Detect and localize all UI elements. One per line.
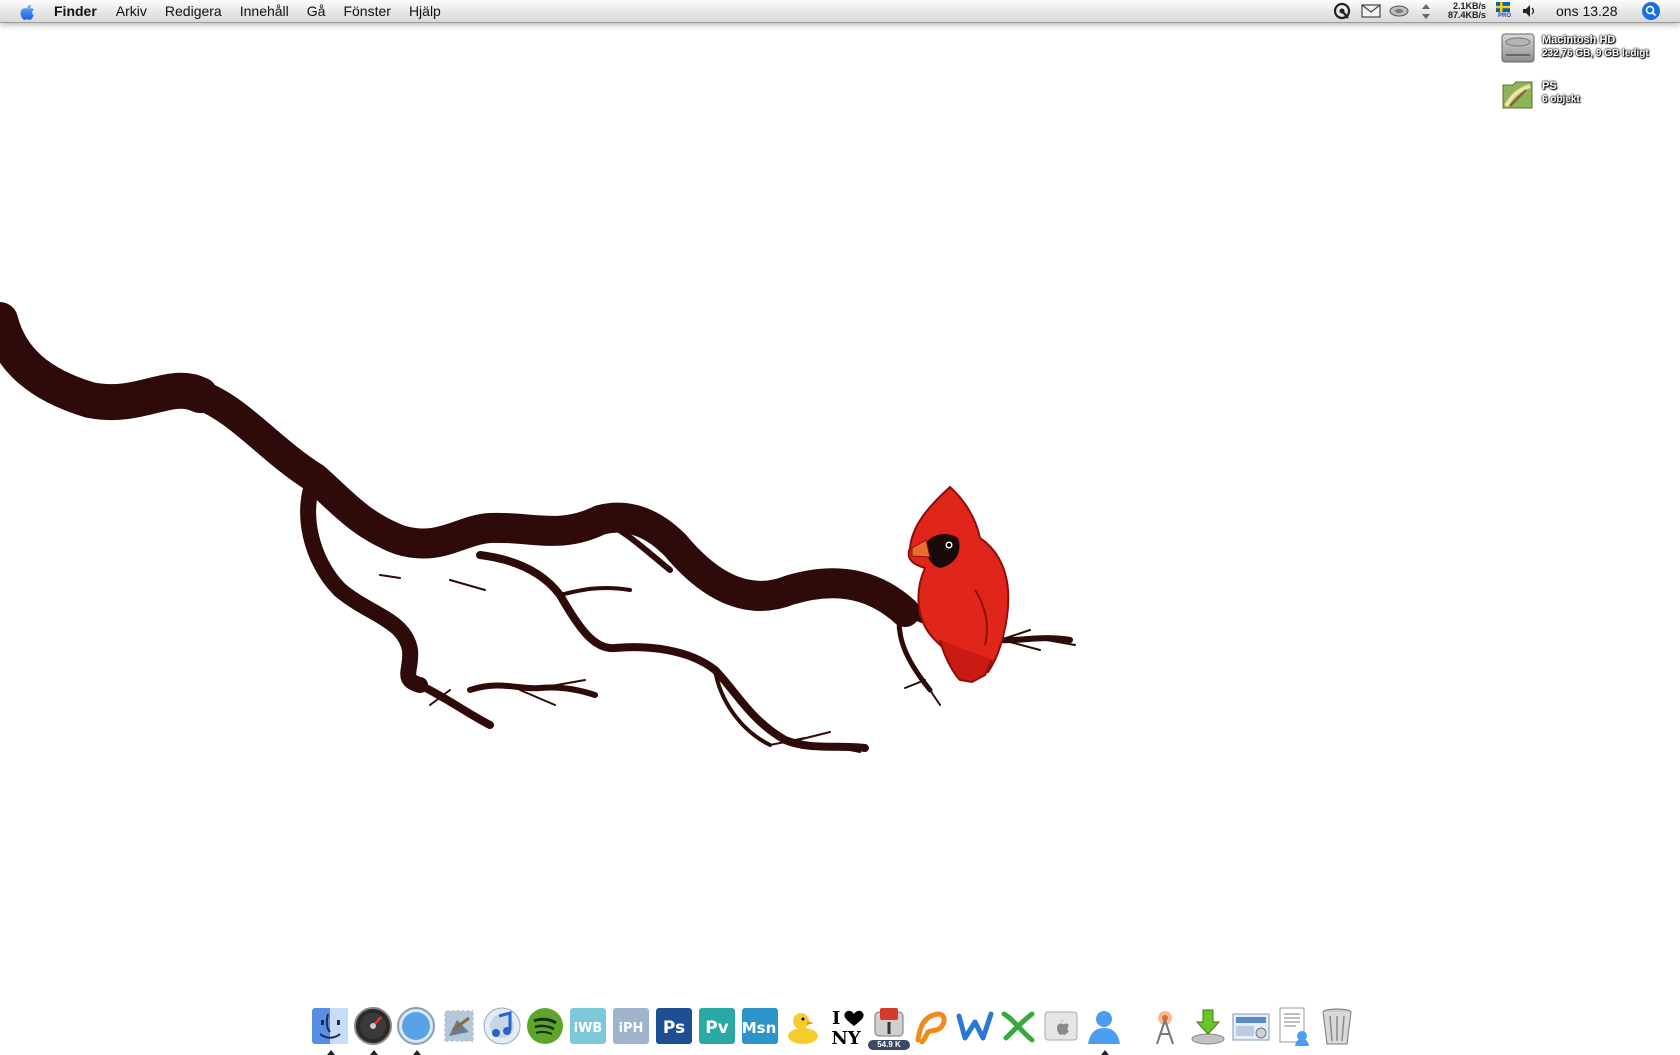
safari-icon: [397, 1007, 435, 1045]
transfer-rate-badge: 54.9 K: [868, 1040, 910, 1050]
preview-icon: Pv: [699, 1008, 735, 1044]
mail-stamp-icon: [443, 1009, 475, 1043]
desktop-icon-ps[interactable]: PS 6 objekt: [1500, 76, 1670, 118]
downloads-icon: [1191, 1009, 1225, 1045]
dock-system-preferences[interactable]: [1041, 1006, 1081, 1050]
mail-icon[interactable]: [1361, 4, 1381, 18]
dock-stack-downloads[interactable]: [1188, 1006, 1228, 1050]
desktop-icon-info: 232,76 GB, 9 GB ledigt: [1542, 48, 1649, 59]
dock-msn[interactable]: Msn: [740, 1006, 780, 1050]
dock-adium[interactable]: [783, 1006, 823, 1050]
menubar-clock[interactable]: ons 13.28: [1556, 0, 1618, 22]
dock-iweb[interactable]: iWB: [568, 1006, 608, 1050]
desktop-icon-macintosh-hd[interactable]: Macintosh HD 232,76 GB, 9 GB ledigt: [1500, 30, 1670, 72]
menu-arkiv[interactable]: Arkiv: [107, 0, 156, 22]
menu-bar: Finder Arkiv Redigera Innehåll Gå Fönste…: [0, 0, 1680, 23]
iweb-icon: iWB: [570, 1008, 606, 1044]
apple-menu-icon[interactable]: [18, 2, 37, 21]
svg-text:Msn: Msn: [742, 1019, 777, 1037]
dock-stack-screenshots[interactable]: [1231, 1006, 1271, 1050]
dock-word[interactable]: [955, 1006, 995, 1050]
dock-itunes[interactable]: [482, 1006, 522, 1050]
dock-photoshop[interactable]: Ps: [654, 1006, 694, 1050]
apple-prefs-icon: [1044, 1011, 1078, 1041]
radio-tower-icon: [1156, 1011, 1174, 1045]
rubber-duck-icon: [788, 1013, 818, 1044]
msn-icon: Msn: [742, 1008, 778, 1044]
running-indicator: [1101, 1050, 1109, 1055]
menu-ga[interactable]: Gå: [298, 0, 335, 22]
i-love-ny-icon: I NY: [831, 1008, 864, 1046]
dock-ichat[interactable]: [1084, 1006, 1124, 1055]
folder-icon: [1502, 81, 1533, 109]
svg-text:Ps: Ps: [663, 1018, 685, 1038]
swedish-flag-icon[interactable]: [1496, 2, 1510, 12]
spotify-icon: [527, 1008, 563, 1044]
desktop-icon-name: Macintosh HD: [1542, 34, 1616, 46]
desktop-icon-name: PS: [1542, 80, 1557, 92]
trash-icon: [1322, 1008, 1352, 1045]
finder-icon: [312, 1008, 348, 1044]
running-indicator: [413, 1050, 421, 1055]
dock-stack-documents[interactable]: [1274, 1006, 1314, 1050]
dock: iWB iPH Ps Pv Msn I NY 54.9 K: [310, 1000, 1370, 1055]
photoshop-icon: Ps: [656, 1008, 692, 1044]
svg-text:I: I: [832, 1008, 840, 1029]
dock-iph[interactable]: iPH: [611, 1006, 651, 1050]
dock-stack-broadcast[interactable]: [1145, 1006, 1185, 1050]
excel-icon: [1001, 1011, 1035, 1043]
word-icon: [956, 1011, 994, 1041]
dock-spotify[interactable]: [525, 1006, 565, 1050]
screenshot-stack-icon: [1232, 1013, 1270, 1041]
itunes-icon: [483, 1007, 521, 1045]
sync-arrows-icon[interactable]: [1421, 3, 1431, 20]
dock-trash[interactable]: [1317, 1006, 1357, 1050]
svg-text:iPH: iPH: [619, 1021, 644, 1036]
running-indicator: [370, 1050, 378, 1055]
menu-innehall[interactable]: Innehåll: [231, 0, 298, 22]
menu-hjalp[interactable]: Hjälp: [400, 0, 450, 22]
dock-i-love-ny[interactable]: I NY: [826, 1006, 866, 1050]
ichat-person-icon: [1088, 1011, 1120, 1044]
network-speed-meter[interactable]: 2.1KB/s 87.4KB/s: [1440, 2, 1486, 20]
dock-preview[interactable]: Pv: [697, 1006, 737, 1050]
dock-excel[interactable]: [998, 1006, 1038, 1050]
desktop-icon-info: 6 objekt: [1542, 94, 1580, 105]
spotlight-icon[interactable]: [1641, 1, 1661, 21]
dock-mail[interactable]: [439, 1006, 479, 1050]
dashboard-icon: [354, 1007, 392, 1045]
running-indicator: [327, 1050, 335, 1055]
quicksilver-icon[interactable]: [1333, 2, 1351, 20]
pages-icon: [915, 1011, 947, 1045]
menu-app-finder[interactable]: Finder: [54, 0, 107, 22]
dock-safari[interactable]: [396, 1006, 436, 1055]
volume-icon[interactable]: [1522, 4, 1538, 18]
time-machine-icon[interactable]: [1389, 5, 1409, 17]
menu-redigera[interactable]: Redigera: [156, 0, 231, 22]
input-source-label: PRO: [1498, 13, 1512, 19]
svg-text:iWB: iWB: [574, 1021, 603, 1036]
svg-text:Pv: Pv: [705, 1018, 729, 1038]
iph-icon: iPH: [613, 1008, 649, 1044]
dock-dashboard[interactable]: [353, 1006, 393, 1055]
dock-transmission[interactable]: 54.9 K: [868, 1006, 910, 1050]
menu-fonster[interactable]: Fönster: [334, 0, 399, 22]
documents-stack-icon: [1279, 1007, 1309, 1046]
svg-text:NY: NY: [831, 1028, 861, 1046]
download-rate: 87.4KB/s: [1447, 10, 1486, 20]
desktop-wallpaper: [0, 302, 1076, 753]
hard-drive-icon: [1501, 33, 1535, 63]
dock-finder[interactable]: [310, 1006, 350, 1055]
cardinal-bird: [907, 485, 1010, 684]
dock-pages[interactable]: [912, 1006, 952, 1050]
